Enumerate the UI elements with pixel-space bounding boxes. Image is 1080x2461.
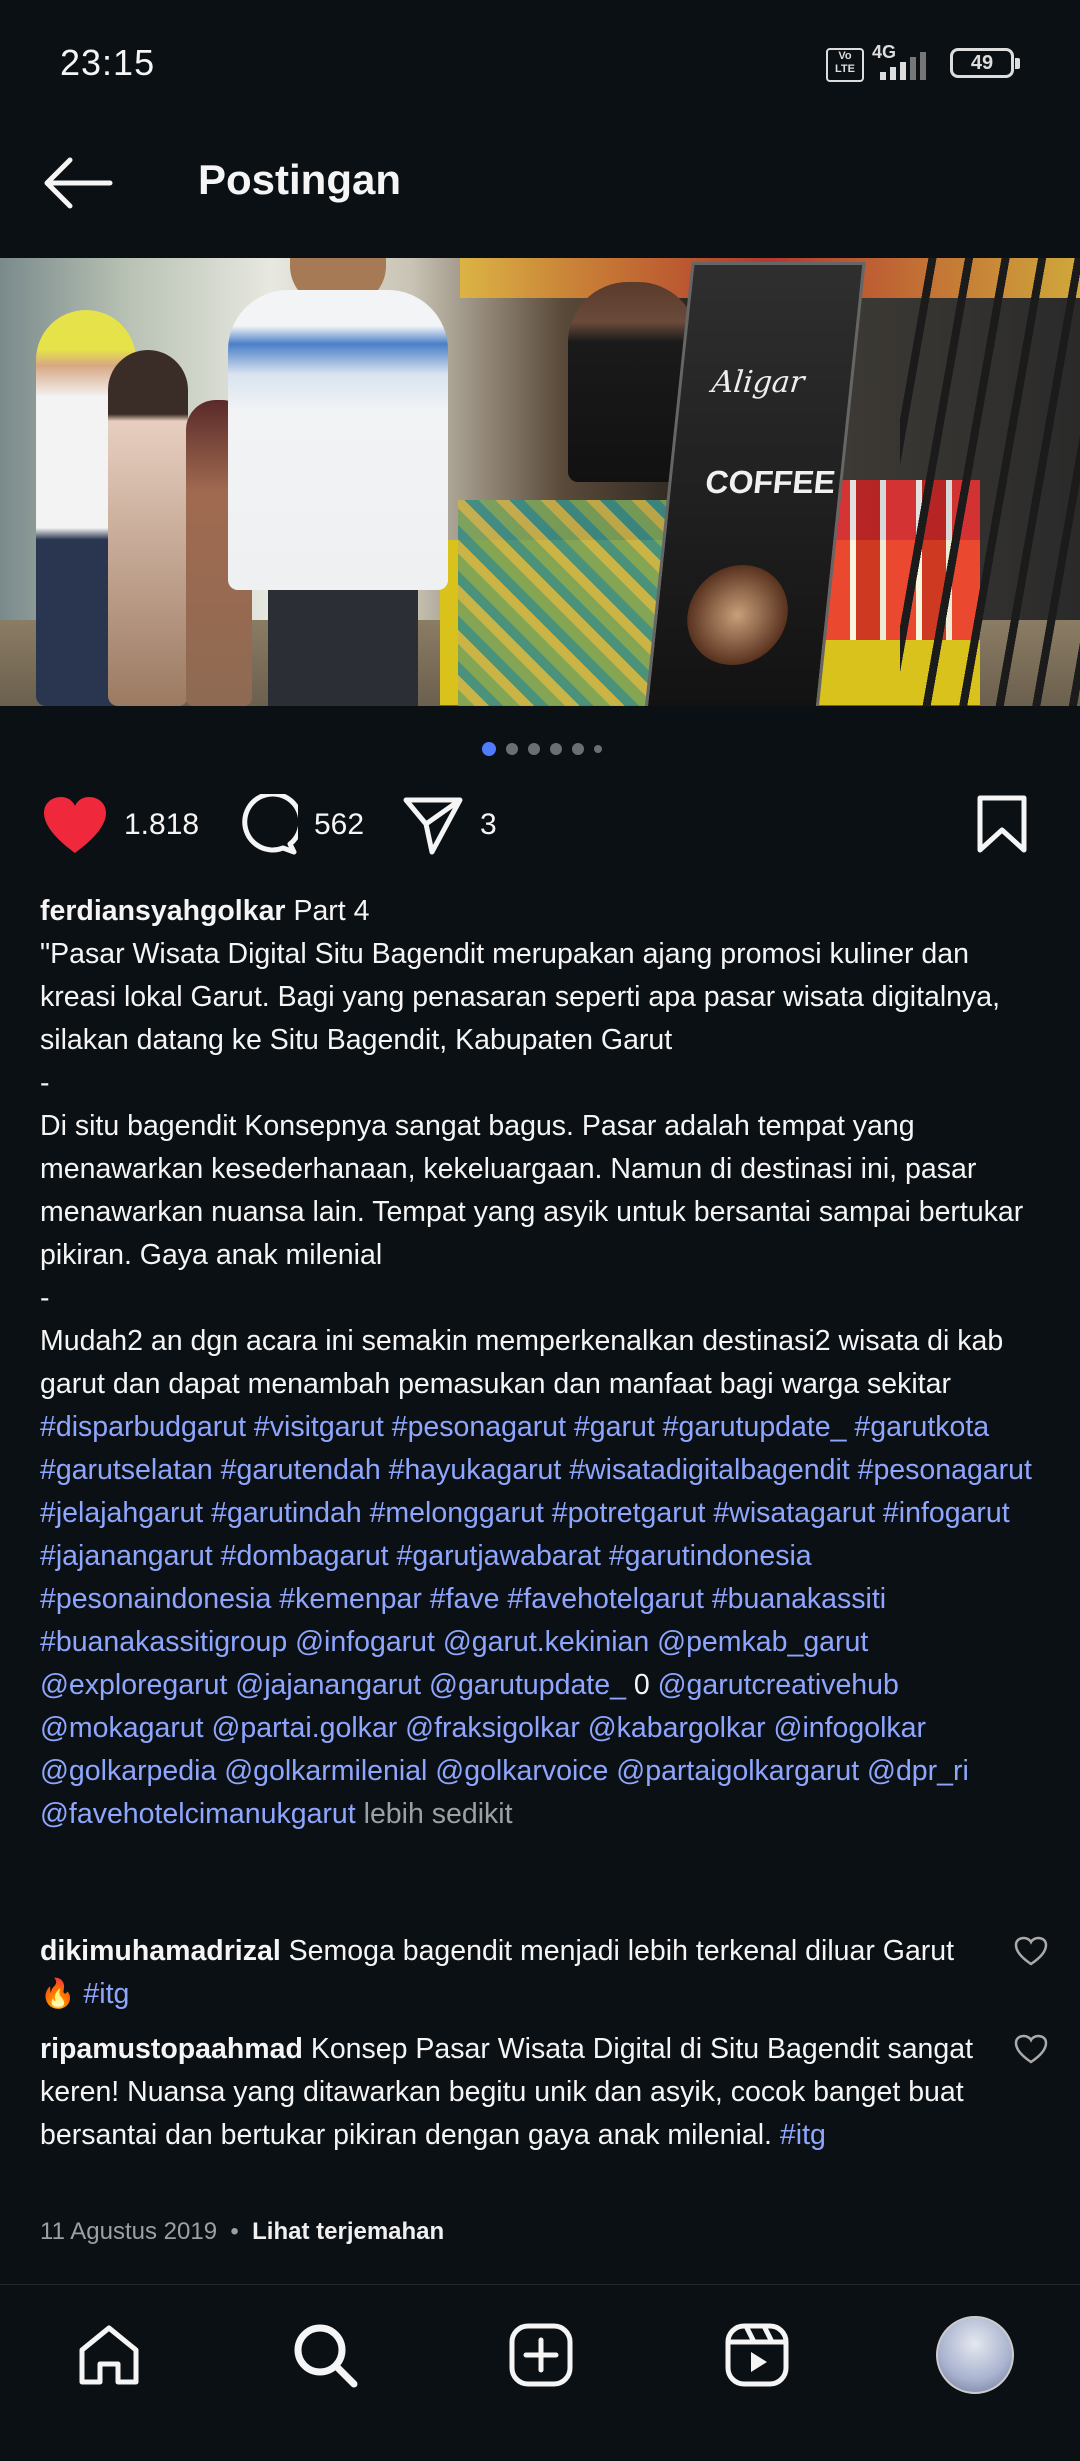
- comment-button[interactable]: 562: [236, 792, 364, 858]
- like-count: 1.818: [124, 808, 200, 841]
- carousel-dot: [528, 743, 540, 755]
- carousel-dot: [506, 743, 518, 755]
- less-link[interactable]: lebih sedikit: [364, 1798, 513, 1830]
- post-meta: 11 Agustus 2019 • Lihat terjemahan: [40, 2218, 444, 2246]
- caption-separator: -: [40, 1282, 50, 1314]
- post-image[interactable]: Aligar COFFEE: [0, 258, 1080, 706]
- battery-icon: 49: [950, 48, 1020, 78]
- back-button[interactable]: [40, 150, 116, 216]
- caption-separator: -: [40, 1067, 50, 1099]
- carousel-dot: [594, 745, 602, 753]
- arrow-left-icon: [44, 157, 113, 209]
- carousel-dot: [572, 743, 584, 755]
- search-icon: [294, 2324, 358, 2388]
- zero-text: 0: [625, 1669, 658, 1701]
- heart-outline-icon[interactable]: [1014, 1936, 1048, 1966]
- carousel-indicator: [482, 742, 602, 756]
- profile-avatar[interactable]: [936, 2316, 1014, 2394]
- comment-item: dikimuhamadrizal Semoga bagendit menjadi…: [40, 1930, 1050, 2016]
- coffee-cup-graphic: [682, 565, 793, 665]
- create-post-icon: [509, 2323, 573, 2387]
- caption-paragraph: "Pasar Wisata Digital Situ Bagendit meru…: [40, 938, 1001, 1056]
- heart-filled-icon: [44, 797, 106, 853]
- comment-tag[interactable]: #itg: [780, 2119, 826, 2151]
- comments-list: dikimuhamadrizal Semoga bagendit menjadi…: [40, 1930, 1050, 2169]
- bookmark-button[interactable]: [976, 794, 1028, 859]
- translate-link[interactable]: Lihat terjemahan: [252, 2218, 444, 2245]
- nav-home[interactable]: [74, 2320, 144, 2390]
- share-count: 3: [480, 808, 497, 841]
- comment-tag[interactable]: #itg: [83, 1978, 129, 2010]
- send-icon: [403, 797, 463, 855]
- tent-poles: [900, 258, 1080, 706]
- caption-paragraph: Di situ bagendit Konsepnya sangat bagus.…: [40, 1110, 1024, 1271]
- carousel-dot-active: [482, 742, 496, 756]
- carousel-dot: [550, 743, 562, 755]
- meta-dot: •: [230, 2218, 239, 2245]
- hashtags[interactable]: #disparbudgarut #visitgarut #pesonagarut…: [40, 1411, 1032, 1701]
- reels-icon: [725, 2323, 789, 2387]
- heart-outline-icon[interactable]: [1014, 2034, 1048, 2064]
- caption-paragraph: Mudah2 an dgn acara ini semakin memperke…: [40, 1325, 1004, 1400]
- caption-title: Part 4: [293, 895, 370, 927]
- comment-item: ripamustopaahmad Konsep Pasar Wisata Dig…: [40, 2028, 1050, 2157]
- comment-author[interactable]: dikimuhamadrizal: [40, 1935, 281, 1967]
- home-icon: [79, 2325, 139, 2385]
- nav-reels[interactable]: [722, 2320, 792, 2390]
- status-bar: 23:15 Vo LTE 4G 49: [0, 0, 1080, 130]
- nav-search[interactable]: [290, 2320, 360, 2390]
- like-button[interactable]: 1.818: [42, 792, 199, 858]
- status-time: 23:15: [60, 42, 156, 83]
- banner-brand: Aligar: [710, 365, 807, 400]
- post-date: 11 Agustus 2019: [40, 2218, 218, 2245]
- volte-icon: Vo LTE: [826, 48, 864, 82]
- banner-coffee: COFFEE: [703, 464, 838, 500]
- person-figure: [108, 350, 188, 706]
- caption-author[interactable]: ferdiansyahgolkar: [40, 895, 286, 927]
- share-button[interactable]: 3: [402, 792, 497, 858]
- comment-count: 562: [314, 808, 365, 841]
- batik-cloth: [458, 500, 668, 706]
- signal-icon: 4G: [872, 42, 932, 82]
- nav-create[interactable]: [506, 2320, 576, 2390]
- person-figure: [228, 258, 448, 706]
- bookmark-icon: [977, 795, 1027, 853]
- comment-author[interactable]: ripamustopaahmad: [40, 2033, 303, 2065]
- post-caption: ferdiansyahgolkar Part 4 "Pasar Wisata D…: [40, 890, 1050, 1836]
- comment-icon: [242, 794, 298, 855]
- page-title: Postingan: [198, 156, 402, 203]
